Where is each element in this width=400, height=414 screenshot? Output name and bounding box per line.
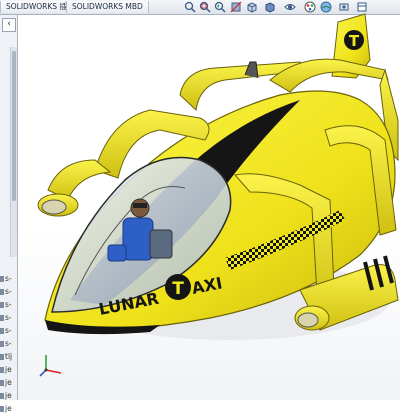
lunar-taxi-model[interactable]: T LUNAR T AXI: [0, 0, 400, 400]
tree-item-label: je: [5, 404, 12, 413]
tree-item[interactable]: je: [0, 403, 12, 414]
fin-logo-letter: T: [349, 32, 360, 50]
hull-logo-letter: T: [172, 279, 184, 299]
reference-triad: [39, 355, 62, 377]
engine-pod-left: [37, 193, 79, 217]
x-axis: [45, 369, 62, 374]
feature-icon: [0, 406, 4, 412]
